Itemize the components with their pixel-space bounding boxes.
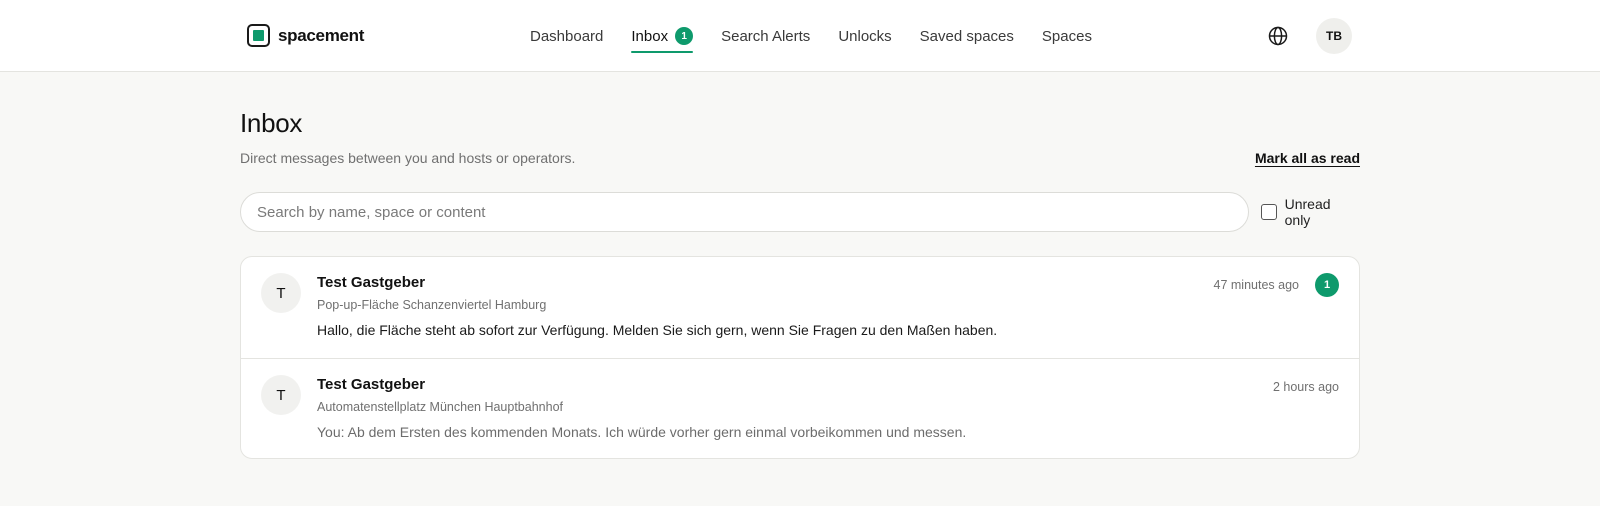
sender-avatar: T [261, 273, 301, 313]
thread-meta: 2 hours ago [1273, 375, 1339, 399]
nav-item-inbox[interactable]: Inbox 1 [631, 0, 694, 72]
unread-count-badge: 1 [1315, 273, 1339, 297]
inbox-unread-badge: 1 [675, 27, 694, 45]
thread-meta: 47 minutes ago 1 [1214, 273, 1339, 297]
top-navbar: spacement Dashboard Inbox 1 Search Alert… [0, 0, 1600, 72]
main-nav: Dashboard Inbox 1 Search Alerts Unlocks … [530, 0, 1120, 72]
globe-icon [1268, 26, 1288, 46]
nav-item-unlocks[interactable]: Unlocks [838, 0, 891, 72]
nav-item-label: Spaces [1041, 27, 1092, 45]
page-subtitle: Direct messages between you and hosts or… [240, 150, 576, 166]
nav-item-label: Dashboard [530, 27, 604, 45]
logo-mark-icon [247, 24, 270, 47]
nav-item-label: Unlocks [838, 27, 892, 45]
brand-name: spacement [278, 25, 365, 45]
unread-only-checkbox[interactable] [1260, 204, 1277, 220]
unread-only-label: Unread only [1284, 196, 1331, 228]
nav-item-label: Saved spaces [919, 27, 1014, 45]
nav-item-saved-spaces[interactable]: Saved spaces [920, 0, 1014, 72]
filter-row: Unread only [240, 192, 1360, 232]
subtitle-row: Direct messages between you and hosts or… [240, 148, 1360, 168]
unread-only-toggle[interactable]: Unread only [1260, 196, 1360, 228]
message-time: 2 hours ago [1272, 380, 1339, 394]
language-button[interactable] [1266, 24, 1290, 48]
nav-item-spaces[interactable]: Spaces [1042, 0, 1092, 72]
mark-all-read-link[interactable]: Mark all as read [1255, 150, 1360, 166]
message-preview: You: Ab dem Ersten des kommenden Monats.… [317, 424, 967, 440]
search-input[interactable] [240, 192, 1249, 232]
sender-name: Test Gastgeber [317, 274, 426, 291]
nav-item-dashboard[interactable]: Dashboard [530, 0, 603, 72]
thread-item[interactable]: T Test Gastgeber Automatenstellplatz Mün… [241, 358, 1359, 458]
nav-item-search-alerts[interactable]: Search Alerts [721, 0, 810, 72]
nav-item-label: Inbox [631, 27, 669, 45]
inbox-page: Inbox Direct messages between you and ho… [240, 72, 1360, 459]
page-title: Inbox [240, 108, 303, 138]
brand-logo[interactable]: spacement [247, 24, 364, 47]
thread-list: T Test Gastgeber Pop-up-Fläche Schanzenv… [240, 256, 1360, 459]
sender-name: Test Gastgeber [317, 376, 426, 393]
space-name: Pop-up-Fläche Schanzenviertel Hamburg [317, 298, 547, 312]
space-name: Automatenstellplatz München Hauptbahnhof [317, 400, 563, 414]
message-preview: Hallo, die Fläche steht ab sofort zur Ve… [317, 322, 998, 338]
message-time: 47 minutes ago [1213, 278, 1299, 292]
sender-avatar: T [261, 375, 301, 415]
nav-item-label: Search Alerts [721, 27, 811, 45]
thread-item[interactable]: T Test Gastgeber Pop-up-Fläche Schanzenv… [241, 257, 1359, 358]
user-avatar[interactable]: TB [1316, 18, 1352, 54]
